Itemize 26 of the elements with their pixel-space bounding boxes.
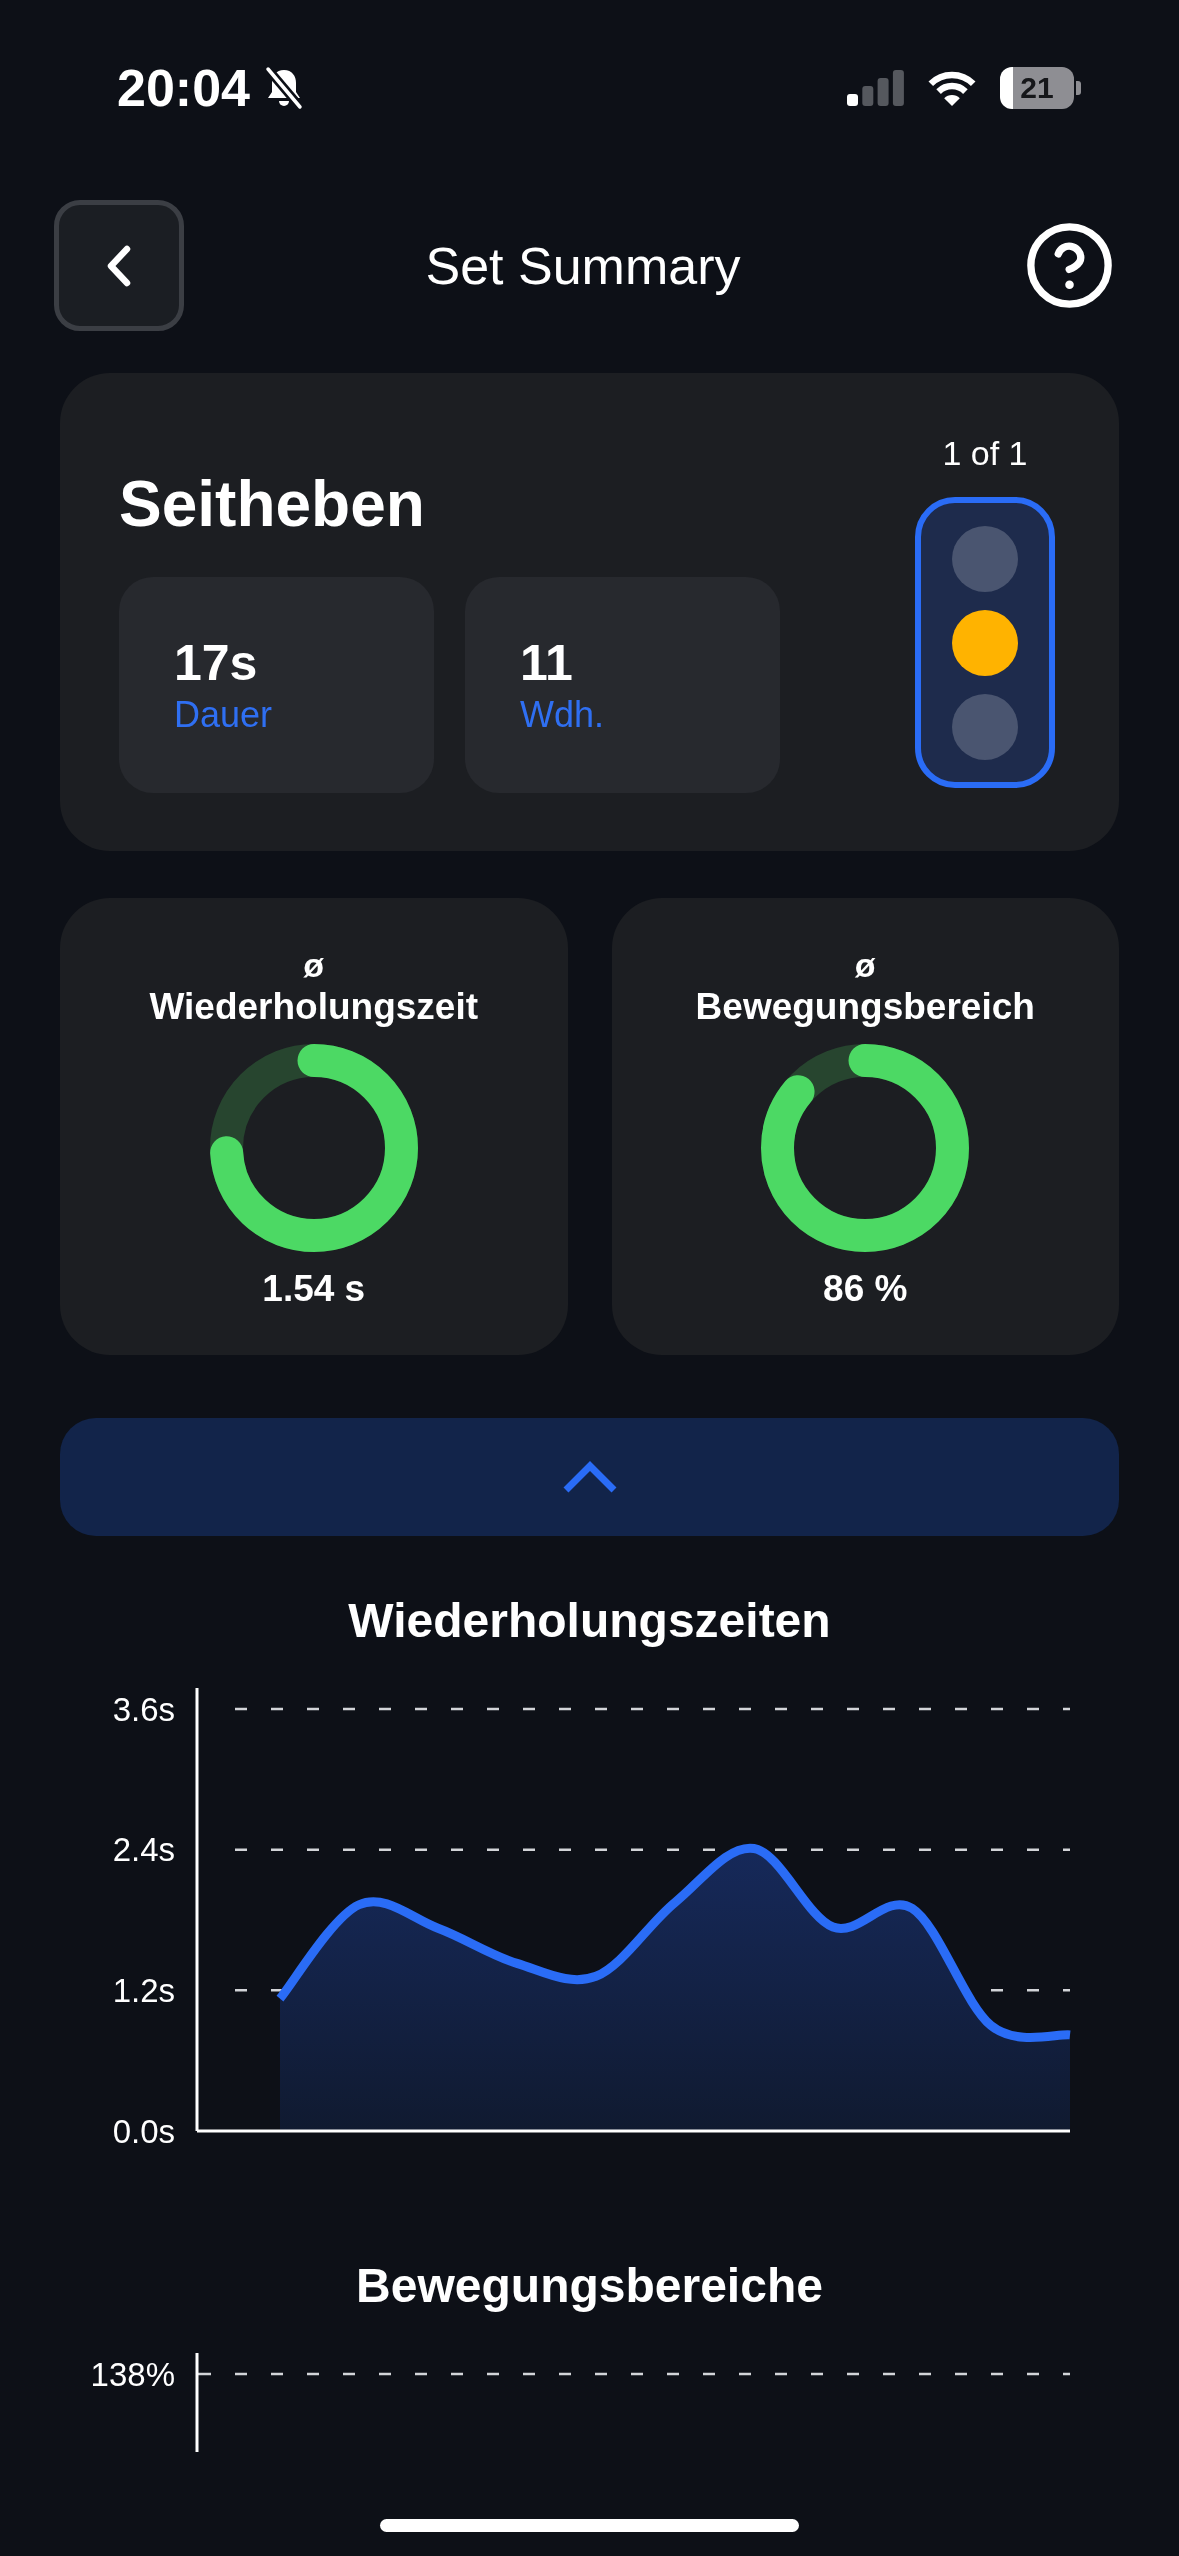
stat-value: 17s: [174, 634, 259, 693]
set-counter: 1 of 1: [942, 433, 1028, 473]
signal-icon: [847, 70, 904, 106]
axis-label: 1.2s: [112, 1971, 175, 2009]
axis-label: 0.0s: [112, 2112, 175, 2150]
average-symbol: ø: [303, 945, 325, 985]
average-value: 1.54 s: [262, 1267, 366, 1311]
help-icon[interactable]: [1027, 223, 1112, 308]
axis-label: 3.6s: [112, 1690, 175, 1728]
axis-label: 2.4s: [112, 1831, 175, 1869]
status-time: 20:04: [117, 58, 250, 118]
average-title: Wiederholungszeit: [149, 985, 479, 1029]
chevron-left-icon: [106, 244, 132, 287]
stat-value: 11: [520, 634, 574, 693]
stat-label: Wdh.: [520, 693, 606, 737]
average-symbol: ø: [854, 945, 876, 985]
average-title: Bewegungsbereich: [695, 985, 1035, 1029]
page-title: Set Summary: [425, 235, 741, 296]
chart-title: Bewegungsbereiche: [355, 2258, 824, 2314]
axis-label: 138%: [90, 2355, 175, 2393]
back-button[interactable]: [54, 200, 184, 331]
exercise-name: Seitheben: [119, 469, 426, 539]
chart-title: Wiederholungszeiten: [347, 1593, 832, 1649]
stat-label: Dauer: [174, 693, 274, 737]
average-value: 86 %: [823, 1267, 908, 1311]
wifi-icon: [926, 69, 978, 107]
